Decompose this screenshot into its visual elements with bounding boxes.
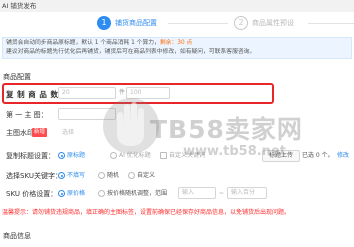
sku-price-original-radio[interactable]	[58, 190, 65, 197]
step-divider-end	[308, 23, 354, 24]
sku-keyword-custom-label: 自定义	[137, 172, 156, 179]
title-bar: AI 铺货发布	[0, 0, 354, 12]
sku-price-max-placeholder: 输入百分	[231, 189, 256, 196]
new-tag: 新增	[32, 128, 48, 137]
notice-line-2: 建议对商品的标题先行优化后再铺货，铺货后可在商品列表中修改，如有疑问，可联系客服…	[6, 49, 256, 55]
step-progress: 1 铺货商品配置 2 商品属性预设	[0, 12, 354, 34]
watermark-text: TB58卖家网	[150, 115, 303, 144]
step-1-number: 1	[97, 16, 111, 30]
sku-price-min-input[interactable]: 输入	[178, 187, 216, 199]
warning-text: 温馨提示：请勿铺货违规商品，填正确的主图标签，设置前确保已经保存好商品信息，以免…	[2, 209, 291, 216]
first-main-image-input[interactable]	[58, 108, 116, 120]
sku-keyword-none-label: 不填写	[67, 172, 86, 179]
step-2-label: 商品属性预设	[252, 19, 294, 27]
notice-remaining: 剩余：30 点	[159, 40, 193, 46]
highlight-annotation-box	[2, 83, 274, 104]
sku-keyword-random-label: 随机	[107, 172, 120, 179]
notice-line-1: 铺货会自动同步商品原标题，默认 1 个商品消耗 1 个算力，剩余：30 点	[6, 39, 192, 48]
section-title-product-config: 商品配置	[3, 73, 31, 81]
title-edit-link[interactable]: 修改	[337, 151, 349, 160]
title-original-label: 原标题	[67, 152, 86, 159]
title-original-radio[interactable]	[58, 152, 65, 159]
notice-text: 铺货会自动同步商品原标题，默认 1 个商品消耗 1 个算力，	[6, 40, 160, 46]
main-watermark-option[interactable]: 选择	[62, 128, 74, 137]
section-title-product-info: 商品信息	[3, 232, 31, 240]
title-selected-count: 已选 0 个。	[302, 152, 334, 159]
info-notice: 铺货会自动同步商品原标题，默认 1 个商品消耗 1 个算力，剩余：30 点 建议…	[2, 37, 352, 59]
step-1-label: 铺货商品配置	[115, 19, 157, 27]
sku-keyword-custom-radio[interactable]	[128, 172, 135, 179]
step-divider	[168, 23, 228, 24]
sku-price-max-input[interactable]: 输入百分	[227, 187, 267, 199]
app-title: AI 铺货发布	[2, 2, 37, 10]
range-separator: ~	[219, 190, 225, 197]
sku-price-min-placeholder: 输入	[182, 189, 195, 196]
title-ai-radio[interactable]	[110, 152, 117, 159]
step-2-number: 2	[234, 16, 248, 30]
title-custom-label: 自定义关键词	[169, 152, 206, 159]
first-main-image-label: 第 一 主 图：	[6, 111, 48, 119]
title-custom-checkbox[interactable]	[160, 152, 167, 159]
sku-keyword-none-radio[interactable]	[58, 172, 65, 179]
sku-keyword-random-radio[interactable]	[98, 172, 105, 179]
main-watermark-label: 主图水印	[6, 129, 34, 137]
title-mode-label: 复制标题设置：	[6, 152, 55, 160]
sku-keyword-label: 选择SKU关键字：	[6, 172, 62, 180]
sku-price-label: SKU 价格设置：	[6, 190, 58, 198]
sku-price-original-label: 原价格	[67, 190, 86, 197]
title-upload-button[interactable]: 标题上传	[262, 150, 300, 162]
title-ai-label: AI 优化标题	[119, 152, 151, 159]
sku-price-random-label: 按价格随机调整，范围	[107, 190, 168, 197]
sku-price-random-radio[interactable]	[98, 190, 105, 197]
